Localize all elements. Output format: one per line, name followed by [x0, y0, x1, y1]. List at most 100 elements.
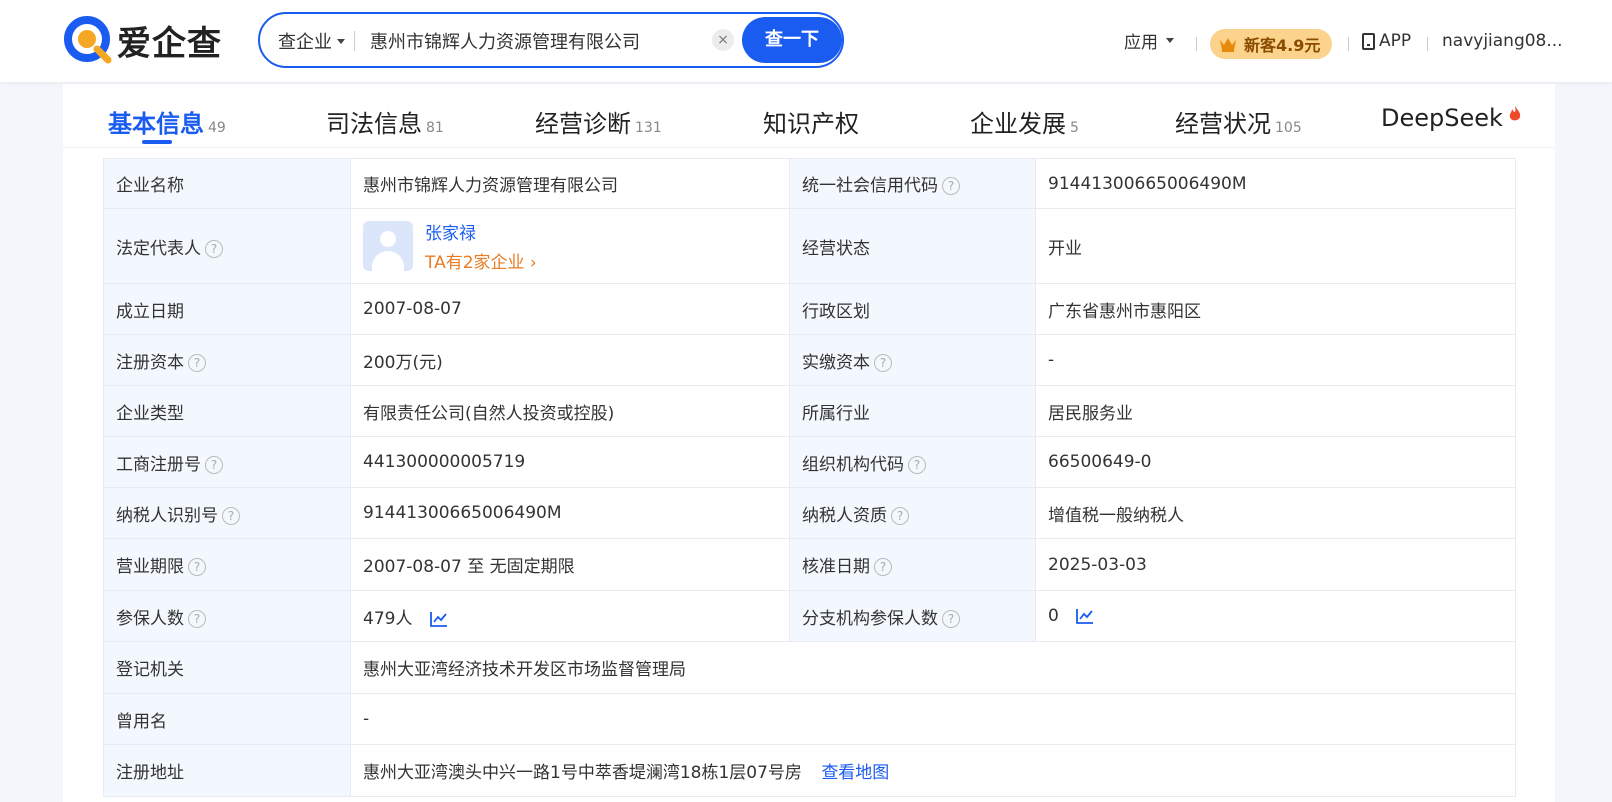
legal-rep-companies-link[interactable]: TA有2家企业 ›	[425, 248, 537, 273]
divider	[1196, 37, 1197, 51]
apps-menu[interactable]: 应用	[1124, 28, 1174, 53]
tab-enterprise-development[interactable]: 企业发展 5	[970, 104, 1079, 139]
biz-term-label: 营业期限	[116, 557, 184, 577]
help-icon[interactable]: ?	[188, 609, 206, 628]
region-label: 行政区划	[789, 283, 1036, 335]
trend-chart-icon[interactable]	[429, 611, 448, 627]
help-icon[interactable]: ?	[908, 455, 926, 474]
table-row: 注册地址 惠州大亚湾澳头中兴一路1号中萃香堤澜湾18栋1层07号房 查看地图	[103, 744, 1516, 797]
promo-label: 新客4.9元	[1244, 36, 1321, 55]
reg-capital-label-cell: 注册资本?	[103, 334, 351, 386]
branch-insured-value-cell: 0	[1035, 590, 1516, 642]
tab-basic-info[interactable]: 基本信息 49	[108, 104, 226, 139]
taxpayer-qual-label: 纳税人资质	[802, 505, 887, 526]
company-type-label: 企业类型	[103, 385, 351, 437]
approval-date-value: 2025-03-03	[1035, 538, 1516, 591]
top-header: 爱企查 查企业 × 查一下 应用 新客4.9元 APP navyjiang08.…	[0, 0, 1612, 82]
taxpayer-qual-label-cell: 纳税人资质?	[789, 487, 1036, 539]
trend-chart-icon[interactable]	[1076, 608, 1094, 624]
search-type-label: 查企业	[278, 32, 332, 53]
insured-value: 479人	[363, 608, 413, 629]
help-icon[interactable]: ?	[205, 455, 223, 474]
reg-address-label: 注册地址	[103, 744, 351, 797]
reg-address-value-cell: 惠州大亚湾澳头中兴一路1号中萃香堤澜湾18栋1层07号房 查看地图	[350, 744, 1516, 797]
table-row: 纳税人识别号? 91441300665006490M 纳税人资质? 增值税一般纳…	[103, 487, 1516, 539]
tab-label: 司法信息	[326, 110, 422, 138]
biz-term-value: 2007-08-07 至 无固定期限	[350, 538, 790, 591]
paid-capital-label-cell: 实缴资本?	[789, 334, 1036, 386]
clear-icon[interactable]: ×	[712, 29, 734, 51]
tab-count: 49	[208, 120, 226, 136]
table-row: 参保人数? 479人 分支机构参保人数? 0	[103, 590, 1516, 642]
industry-value: 居民服务业	[1035, 385, 1516, 437]
credit-code-label-cell: 统一社会信用代码?	[789, 158, 1036, 209]
found-date-value: 2007-08-07	[350, 283, 790, 335]
org-code-value: 66500649-0	[1035, 436, 1516, 488]
help-icon[interactable]: ?	[891, 506, 909, 525]
flame-icon	[1509, 106, 1521, 121]
search-button[interactable]: 查一下	[742, 17, 842, 63]
help-icon[interactable]: ?	[188, 353, 206, 372]
phone-icon	[1362, 32, 1375, 50]
reg-authority-value: 惠州大亚湾经济技术开发区市场监督管理局	[350, 641, 1516, 694]
tab-business-diagnosis[interactable]: 经营诊断 131	[535, 104, 662, 139]
help-icon[interactable]: ?	[942, 177, 960, 195]
table-row: 企业名称 惠州市锦辉人力资源管理有限公司 统一社会信用代码? 914413006…	[103, 158, 1516, 209]
legal-rep: 张家禄 TA有2家企业 ›	[363, 219, 777, 273]
region-value: 广东省惠州市惠阳区	[1035, 283, 1516, 335]
tab-label: 知识产权	[763, 110, 859, 138]
tab-judicial-info[interactable]: 司法信息 81	[326, 104, 444, 139]
taxpayer-id-value: 91441300665006490M	[350, 487, 790, 539]
table-row: 曾用名 -	[103, 693, 1516, 745]
logo-text: 爱企查	[117, 23, 222, 64]
help-icon[interactable]: ?	[188, 558, 206, 576]
found-date-label: 成立日期	[103, 283, 351, 335]
former-name-value: -	[350, 693, 1516, 745]
new-customer-promo[interactable]: 新客4.9元	[1210, 29, 1333, 59]
search-type-select[interactable]: 查企业	[278, 28, 345, 54]
company-name-label: 企业名称	[103, 158, 351, 209]
insured-label: 参保人数	[116, 608, 184, 629]
legal-rep-info: 张家禄 TA有2家企业 ›	[425, 219, 537, 273]
branch-insured-label-cell: 分支机构参保人数?	[789, 590, 1036, 642]
biz-reg-no-value: 441300000005719	[350, 436, 790, 488]
tab-deepseek[interactable]: DeepSeek	[1381, 104, 1521, 132]
help-icon[interactable]: ?	[874, 353, 892, 372]
tab-intellectual-property[interactable]: 知识产权	[763, 104, 859, 139]
credit-code-value: 91441300665006490M	[1035, 158, 1516, 209]
divider	[354, 31, 355, 51]
paid-capital-label: 实缴资本	[802, 352, 870, 373]
company-detail-card: 基本信息 49 司法信息 81 经营诊断 131 知识产权 企业发展 5 经营状…	[63, 84, 1555, 802]
tab-bar: 基本信息 49 司法信息 81 经营诊断 131 知识产权 企业发展 5 经营状…	[63, 84, 1555, 148]
reg-address-value: 惠州大亚湾澳头中兴一路1号中萃香堤澜湾18栋1层07号房	[363, 763, 802, 783]
help-icon[interactable]: ?	[942, 609, 960, 628]
legal-rep-name-link[interactable]: 张家禄	[425, 219, 537, 244]
former-name-label: 曾用名	[103, 693, 351, 745]
credit-code-label: 统一社会信用代码	[802, 176, 938, 196]
tab-business-status[interactable]: 经营状况 105	[1175, 104, 1302, 139]
industry-label: 所属行业	[789, 385, 1036, 437]
help-icon[interactable]: ?	[874, 558, 892, 576]
tab-count: 5	[1070, 120, 1079, 136]
status-label: 经营状态	[789, 208, 1036, 284]
help-icon[interactable]: ?	[205, 239, 223, 258]
user-menu[interactable]: navyjiang08...	[1442, 31, 1563, 51]
search-input[interactable]	[370, 24, 670, 58]
branch-insured-label: 分支机构参保人数	[802, 608, 938, 629]
reg-capital-label: 注册资本	[116, 352, 184, 373]
tab-label: 经营状况	[1175, 110, 1271, 138]
help-icon[interactable]: ?	[222, 506, 240, 525]
app-download-link[interactable]: APP	[1362, 31, 1411, 51]
view-map-link[interactable]: 查看地图	[821, 763, 889, 783]
tab-count: 81	[426, 120, 444, 136]
tab-count: 105	[1275, 120, 1302, 136]
table-row: 登记机关 惠州大亚湾经济技术开发区市场监督管理局	[103, 641, 1516, 694]
legal-rep-companies-text: TA有2家企业	[425, 253, 525, 273]
legal-rep-value: 张家禄 TA有2家企业 ›	[350, 208, 790, 284]
paid-capital-value: -	[1035, 334, 1516, 386]
crown-icon	[1220, 38, 1236, 52]
basic-info-table: 企业名称 惠州市锦辉人力资源管理有限公司 统一社会信用代码? 914413006…	[103, 158, 1516, 797]
divider	[1427, 37, 1428, 51]
logo[interactable]: 爱企查	[63, 14, 222, 66]
status-value: 开业	[1035, 208, 1516, 284]
